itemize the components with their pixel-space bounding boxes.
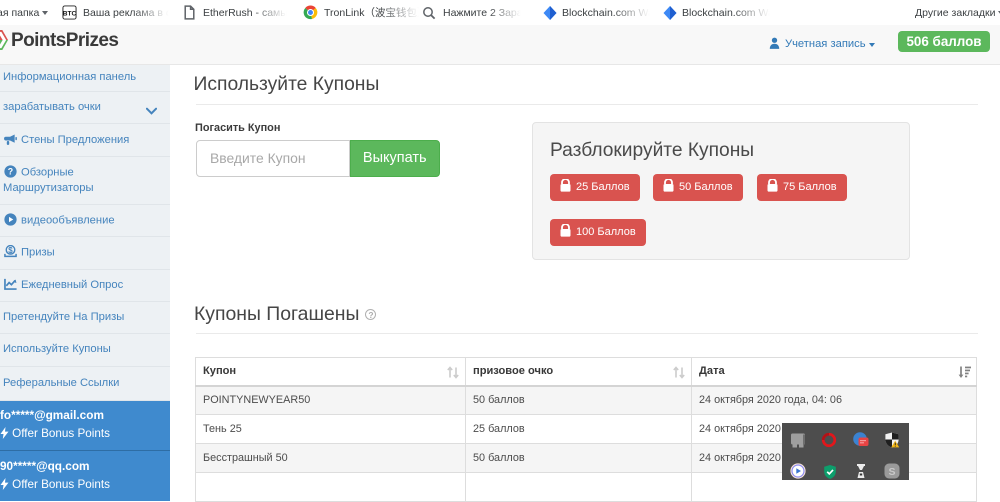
- svg-text:S: S: [888, 466, 895, 478]
- svg-text:?: ?: [7, 167, 12, 177]
- svg-text:BTC: BTC: [63, 10, 77, 17]
- svg-text:$: $: [8, 246, 13, 255]
